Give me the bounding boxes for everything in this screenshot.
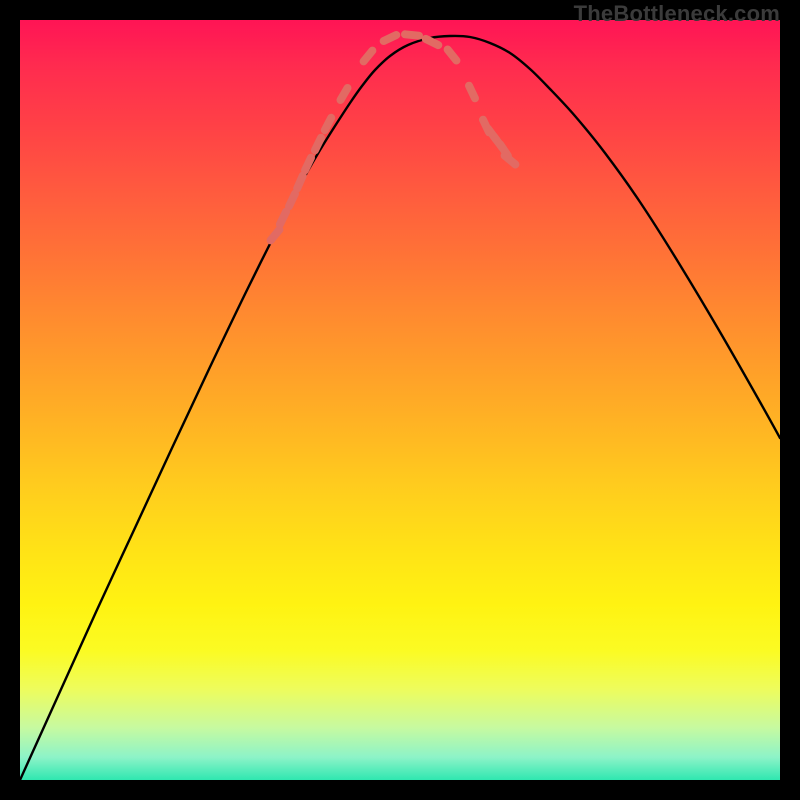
dot-segment xyxy=(469,86,475,99)
dot-segment xyxy=(505,156,516,165)
dot-segment xyxy=(315,138,321,151)
curve-path xyxy=(20,36,780,780)
dot-segment xyxy=(384,35,397,41)
dots-group xyxy=(271,34,516,240)
dot-segment xyxy=(325,118,331,130)
plot-area xyxy=(20,20,780,780)
dot-segment xyxy=(271,230,280,241)
dot-segment xyxy=(426,39,439,45)
watermark-text: TheBottleneck.com xyxy=(574,1,780,27)
dot-segment xyxy=(289,194,295,207)
dot-segment xyxy=(305,158,311,171)
dot-segment xyxy=(405,34,419,35)
chart-stage: TheBottleneck.com xyxy=(0,0,800,800)
dot-segment xyxy=(364,51,373,62)
dot-segment xyxy=(280,212,286,225)
dot-segment xyxy=(297,176,303,189)
dot-segment xyxy=(448,50,457,61)
dot-segment xyxy=(341,88,348,100)
curve-layer xyxy=(20,20,780,780)
